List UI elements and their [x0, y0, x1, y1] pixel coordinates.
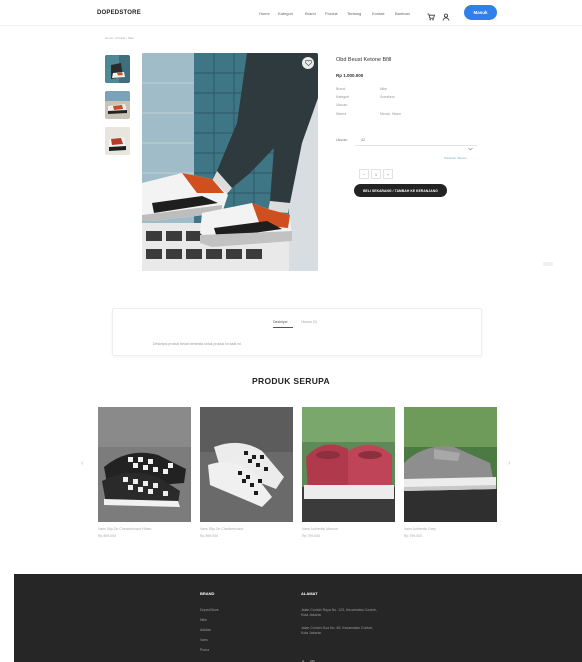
product-title: Obd Beust Ketone Bfill	[336, 57, 392, 63]
size-label: Ukuran	[336, 138, 348, 142]
spec-label-brand: Brand	[336, 87, 346, 91]
buy-now-button[interactable]: BELI SEKARANG / TAMBAH KE KERANJANG	[354, 184, 447, 197]
cart-icon[interactable]	[427, 8, 436, 21]
chevron-down-icon	[468, 138, 473, 156]
nav-link-tentang[interactable]: Tentang	[347, 11, 361, 16]
related-product-image-2[interactable]	[200, 407, 293, 522]
breadcrumb[interactable]: Home › Produk › Nike	[105, 37, 134, 40]
related-product-name-4[interactable]: Vans Authentic Grey	[404, 527, 436, 531]
related-product-image-1[interactable]	[98, 407, 191, 522]
nav-link-brand[interactable]: Brand	[305, 11, 316, 16]
size-guide-link[interactable]: Panduan Ukuran	[444, 157, 467, 160]
wishlist-heart-icon[interactable]	[302, 57, 314, 69]
product-price: Rp 1.000.000	[336, 73, 364, 78]
product-thumbnail-1[interactable]	[105, 55, 130, 83]
facebook-icon[interactable]	[301, 652, 306, 662]
related-products-title: PRODUK SERUPA	[252, 376, 330, 386]
nav-link-produk[interactable]: Produk	[325, 11, 338, 16]
spec-label-kategori: Kategori	[336, 95, 350, 99]
carousel-next-arrow-icon[interactable]: ›	[508, 460, 510, 467]
description-text: Deskripsi produk belum tersedia untuk pr…	[153, 342, 242, 346]
spec-value-warna: Merah, Hitam	[380, 112, 402, 116]
footer-col1-title: BRAND	[200, 591, 215, 596]
footer-address-2: Jalan Contoh Dua No. 45, Kecamatan Conto…	[301, 626, 374, 636]
nav-link-kontak[interactable]: Kontak	[372, 11, 384, 16]
footer-link-4[interactable]: Vans	[200, 638, 208, 642]
scroll-indicator[interactable]	[543, 262, 553, 266]
related-product-name-1[interactable]: Vans Slip-On Checkerboard Hitam	[98, 527, 151, 531]
nav-link-kategori[interactable]: Kategori	[278, 11, 293, 16]
carousel-prev-arrow-icon[interactable]: ‹	[81, 460, 83, 467]
nav-link-home[interactable]: Home	[259, 11, 270, 16]
related-product-name-2[interactable]: Vans Slip-On Checkerboard	[200, 527, 243, 531]
footer-link-1[interactable]: DopedStore	[200, 608, 219, 612]
size-select[interactable]: 42	[355, 136, 477, 151]
related-product-image-3[interactable]	[302, 407, 395, 522]
footer-col2-title: ALAMAT	[301, 591, 318, 596]
related-product-price-1: Rp 899.000	[98, 534, 117, 538]
footer-link-5[interactable]: Puma	[200, 648, 209, 652]
description-card: Deskripsi Ulasan (0) Deskripsi produk be…	[112, 308, 482, 356]
spec-label-ukuran: Ukuran	[336, 103, 348, 107]
size-selected-value: 42	[361, 138, 365, 142]
tab-deskripsi[interactable]: Deskripsi	[273, 320, 287, 325]
related-product-name-3[interactable]: Vans Authentic Maroon	[302, 527, 338, 531]
store-logo[interactable]: DOPEDSTORE	[97, 10, 141, 16]
user-icon[interactable]	[442, 8, 450, 21]
footer-link-2[interactable]: Nike	[200, 618, 207, 622]
product-thumbnail-3[interactable]	[105, 127, 130, 155]
related-product-price-2: Rp 899.000	[200, 534, 219, 538]
instagram-icon[interactable]	[310, 652, 315, 662]
qty-input[interactable]: 1	[371, 169, 381, 179]
tab-ulasan[interactable]: Ulasan (0)	[301, 320, 317, 325]
spec-value-brand: Nike	[380, 87, 388, 91]
related-product-image-4[interactable]	[404, 407, 497, 522]
spec-label-warna: Warna	[336, 112, 347, 116]
login-button[interactable]: Masuk	[464, 5, 497, 20]
related-product-price-4: Rp 799.000	[404, 534, 423, 538]
related-product-price-3: Rp 799.000	[302, 534, 321, 538]
site-footer: BRAND DopedStore Nike Adidas Vans Puma A…	[14, 574, 582, 662]
active-tab-underline	[273, 327, 293, 328]
footer-link-3[interactable]: Adidas	[200, 628, 211, 632]
qty-minus-button[interactable]: −	[359, 169, 369, 179]
spec-value-kategori: Sneakers	[380, 95, 395, 99]
nav-link-bantuan[interactable]: Bantuan	[395, 11, 410, 16]
qty-plus-button[interactable]: +	[383, 169, 393, 179]
product-thumbnail-2[interactable]	[105, 91, 130, 119]
product-main-image	[142, 53, 318, 271]
footer-address-1: Jalan Contoh Raya No. 123, Kecamatan Con…	[301, 608, 377, 618]
